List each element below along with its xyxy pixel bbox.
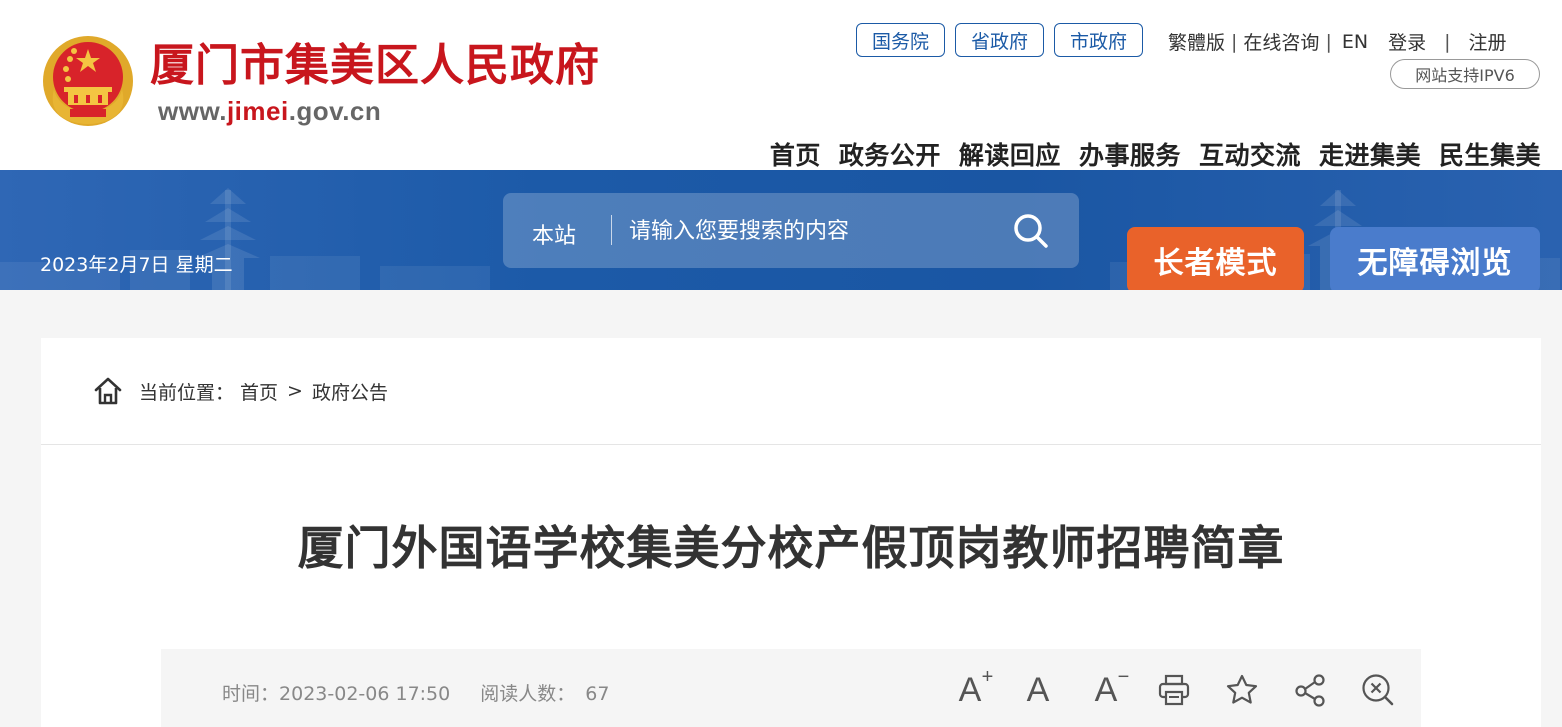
search-input[interactable] (629, 213, 999, 249)
article-panel: 当前位置： 首页 > 政府公告 厦门外国语学校集美分校产假顶岗教师招聘简章 时间… (41, 338, 1541, 727)
font-increase-button[interactable]: A + (951, 666, 994, 709)
nav-about-jimei[interactable]: 走进集美 (1319, 136, 1421, 172)
separator: | (1444, 30, 1451, 53)
nav-interaction[interactable]: 互动交流 (1199, 136, 1301, 172)
link-state-council[interactable]: 国务院 (856, 23, 945, 57)
article-tools: A + A A − (951, 666, 1397, 709)
accessible-browse-button[interactable]: 无障碍浏览 (1330, 227, 1540, 290)
site-header: 厦门市集美区人民政府 www.jimei.gov.cn 国务院 省政府 市政府 … (0, 0, 1562, 170)
print-button[interactable] (1155, 671, 1193, 709)
current-date: 2023年2月7日 星期二 (40, 254, 233, 276)
nav-home[interactable]: 首页 (770, 136, 821, 172)
breadcrumb-announcements[interactable]: 政府公告 (312, 378, 388, 405)
link-consult[interactable]: 在线咨询 (1243, 28, 1319, 55)
top-links: 繁體版 | 在线咨询 | EN 登录 | 注册 (1168, 28, 1507, 55)
views-label: 阅读人数： (480, 683, 576, 705)
search-banner: 2023年2月7日 星期二 本站 长者模式 无障碍浏览 (0, 170, 1562, 290)
time-value: 2023-02-06 17:50 (279, 683, 451, 705)
nav-interpretation[interactable]: 解读回应 (959, 136, 1061, 172)
link-city-gov[interactable]: 市政府 (1054, 23, 1143, 57)
search-icon[interactable] (1011, 211, 1051, 251)
favorite-button[interactable] (1223, 671, 1261, 709)
ipv6-badge: 网站支持IPV6 (1390, 59, 1540, 89)
font-decrease-button[interactable]: A − (1087, 666, 1130, 709)
nav-livelihood[interactable]: 民生集美 (1439, 136, 1541, 172)
article-meta-bar: 时间：2023-02-06 17:50 阅读人数： 67 A + A A − (161, 649, 1421, 727)
breadcrumb-home[interactable]: 首页 (240, 378, 278, 405)
separator: | (1231, 30, 1238, 53)
breadcrumb-separator: > (287, 380, 303, 402)
share-icon (1295, 674, 1325, 707)
elder-mode-button[interactable]: 长者模式 (1127, 227, 1304, 290)
site-url: www.jimei.gov.cn (158, 96, 381, 127)
divider (41, 444, 1541, 445)
link-login[interactable]: 登录 (1388, 28, 1426, 55)
font-normal-icon: A (1026, 671, 1050, 709)
link-register[interactable]: 注册 (1468, 28, 1506, 55)
breadcrumb-label: 当前位置： (139, 381, 235, 404)
print-icon (1158, 674, 1190, 706)
font-normal-button[interactable]: A (1019, 671, 1057, 709)
separator: | (1325, 30, 1332, 53)
breadcrumb: 当前位置： 首页 > 政府公告 (93, 376, 388, 406)
time-label: 时间： (222, 683, 280, 705)
article-title: 厦门外国语学校集美分校产假顶岗教师招聘简章 (297, 521, 1285, 575)
site-url-highlight: jimei (226, 96, 289, 126)
site-url-suffix: .gov.cn (288, 96, 382, 126)
search-scope-select[interactable]: 本站 (532, 218, 576, 250)
article-meta: 时间：2023-02-06 17:50 阅读人数： 67 (222, 679, 609, 706)
font-decrease-icon: A − (1094, 666, 1130, 709)
close-icon (1362, 674, 1394, 706)
gov-links: 国务院 省政府 市政府 (856, 23, 1143, 57)
main-nav: 首页 政务公开 解读回应 办事服务 互动交流 走进集美 民生集美 (770, 136, 1541, 172)
emblem-icon[interactable] (40, 33, 136, 129)
star-icon (1226, 674, 1258, 704)
link-province-gov[interactable]: 省政府 (955, 23, 1044, 57)
nav-services[interactable]: 办事服务 (1079, 136, 1181, 172)
home-icon[interactable] (93, 376, 123, 406)
link-traditional[interactable]: 繁體版 (1168, 28, 1225, 55)
search-divider (611, 215, 612, 245)
search-box: 本站 (503, 193, 1079, 268)
link-english[interactable]: EN (1342, 31, 1368, 53)
nav-gov-affairs[interactable]: 政务公开 (839, 136, 941, 172)
site-url-prefix: www. (158, 96, 227, 126)
site-name[interactable]: 厦门市集美区人民政府 (150, 38, 600, 94)
views-value: 67 (585, 683, 610, 705)
font-increase-icon: A + (958, 666, 994, 709)
share-button[interactable] (1291, 671, 1329, 709)
close-button[interactable] (1359, 671, 1397, 709)
